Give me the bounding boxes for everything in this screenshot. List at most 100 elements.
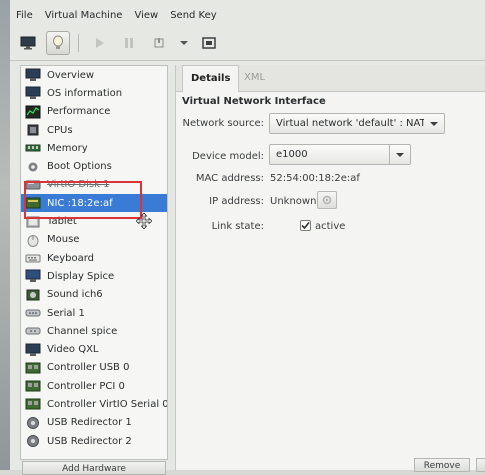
tab-xml[interactable]: XML xyxy=(236,65,273,91)
sidebar-item-label: Overview xyxy=(47,69,95,81)
link-state-value: active xyxy=(315,221,346,232)
performance-icon xyxy=(25,105,41,119)
sidebar-item-label: VirtIO Disk 1 xyxy=(47,179,110,191)
sidebar-item-controller-pci-0[interactable]: Controller PCI 0 xyxy=(21,377,167,395)
network-source-combo[interactable]: Virtual network 'default' : NAT xyxy=(269,113,445,134)
sidebar-item-label: Tablet xyxy=(47,216,77,228)
menu-file[interactable]: File xyxy=(16,8,33,24)
sidebar-item-nic-18-2e-af[interactable]: NIC :18:2e:af xyxy=(21,194,167,213)
gear-icon xyxy=(322,195,332,205)
sidebar-item-boot-options[interactable]: Boot Options xyxy=(21,157,167,175)
lightbulb-icon xyxy=(53,35,63,49)
details-panel: Details XML Virtual Network Interface Ne… xyxy=(175,65,485,472)
menu-view[interactable]: View xyxy=(134,8,158,24)
controller-icon xyxy=(25,361,41,375)
mouse-icon xyxy=(25,233,41,247)
mac-address-value: 52:54:00:18:2e:af xyxy=(270,173,360,184)
sidebar-item-label: USB Redirector 2 xyxy=(47,435,132,447)
toolbar-separator xyxy=(78,34,79,52)
sidebar-item-performance[interactable]: Performance xyxy=(21,103,167,121)
chevron-down-icon xyxy=(389,145,410,164)
monitor-icon xyxy=(25,86,41,100)
sidebar-item-label: Controller PCI 0 xyxy=(47,380,125,392)
ip-address-value: Unknown xyxy=(270,196,317,207)
serial-icon xyxy=(25,306,41,320)
ip-address-label: IP address: xyxy=(209,196,264,207)
sidebar-item-virtio-disk-1[interactable]: VirtIO Disk 1 xyxy=(21,176,167,194)
toolbar xyxy=(16,30,221,56)
sidebar-item-cpus[interactable]: CPUs xyxy=(21,121,167,139)
channel-icon xyxy=(25,324,41,338)
play-icon xyxy=(96,38,104,48)
video-icon xyxy=(25,343,41,357)
details-button[interactable] xyxy=(46,31,70,55)
dropdown-arrow-icon xyxy=(180,41,188,45)
sidebar-item-label: Mouse xyxy=(47,234,80,246)
device-model-combo[interactable]: e1000 xyxy=(269,144,411,165)
move-cursor-icon xyxy=(136,213,152,229)
usb-redirector-icon xyxy=(25,434,41,448)
details-tabbar: Details XML xyxy=(176,65,485,92)
usb-redirector-icon xyxy=(25,416,41,430)
checkmark-icon xyxy=(301,221,310,230)
refresh-ip-button[interactable] xyxy=(317,191,337,209)
sidebar-item-label: Boot Options xyxy=(47,161,112,173)
network-source-label: Network source: xyxy=(182,118,264,129)
sidebar-item-controller-virtio-serial-0[interactable]: Controller VirtIO Serial 0 xyxy=(21,395,167,413)
run-button[interactable] xyxy=(87,31,111,55)
add-hardware-button[interactable]: Add Hardware xyxy=(22,461,166,475)
sidebar-item-label: USB Redirector 1 xyxy=(47,417,132,429)
sidebar-item-mouse[interactable]: Mouse xyxy=(21,231,167,249)
sidebar-item-label: CPUs xyxy=(47,124,73,136)
hardware-list: Overview OS information Performance CPUs Mem… xyxy=(20,65,168,460)
sidebar-item-os-information[interactable]: OS information xyxy=(21,84,167,102)
pause-icon xyxy=(125,38,133,48)
sidebar-item-usb-redirector-1[interactable]: USB Redirector 1 xyxy=(21,414,167,432)
sidebar-item-label: Sound ich6 xyxy=(47,289,103,301)
disk-icon xyxy=(25,178,41,192)
sidebar-item-memory[interactable]: Memory xyxy=(21,139,167,157)
sidebar-item-serial-1[interactable]: Serial 1 xyxy=(21,304,167,322)
sidebar-item-label: Keyboard xyxy=(47,252,95,264)
power-icon xyxy=(154,38,164,48)
gear-icon xyxy=(25,160,41,174)
sidebar-item-keyboard[interactable]: Keyboard xyxy=(21,249,167,267)
section-title: Virtual Network Interface xyxy=(182,96,326,107)
pause-button[interactable] xyxy=(117,31,141,55)
cpu-icon xyxy=(25,123,41,137)
sidebar-item-display-spice[interactable]: Display Spice xyxy=(21,267,167,285)
device-model-label: Device model: xyxy=(192,151,264,162)
sidebar-item-sound-ich6[interactable]: Sound ich6 xyxy=(21,286,167,304)
monitor-icon xyxy=(20,36,36,50)
sidebar-item-label: NIC :18:2e:af xyxy=(47,197,113,209)
link-state-checkbox[interactable] xyxy=(300,220,311,231)
sidebar-item-label: Controller VirtIO Serial 0 xyxy=(47,398,168,410)
sound-icon xyxy=(25,288,41,302)
sidebar-item-channel-spice[interactable]: Channel spice xyxy=(21,322,167,340)
console-button[interactable] xyxy=(16,31,40,55)
sidebar-item-label: Controller USB 0 xyxy=(47,362,130,374)
sidebar-item-label: Video QXL xyxy=(47,344,99,356)
mac-address-label: MAC address: xyxy=(195,173,264,184)
sidebar-item-label: Display Spice xyxy=(47,270,115,282)
sidebar-item-label: Performance xyxy=(47,106,111,118)
sidebar-item-label: Memory xyxy=(47,142,88,154)
sidebar-item-usb-redirector-2[interactable]: USB Redirector 2 xyxy=(21,432,167,450)
sidebar-item-overview[interactable]: Overview xyxy=(21,66,167,84)
sidebar-item-video-qxl[interactable]: Video QXL xyxy=(21,340,167,358)
menu-send-key[interactable]: Send Key xyxy=(170,8,217,24)
shutdown-button[interactable] xyxy=(147,31,171,55)
chevron-down-icon xyxy=(424,114,444,133)
fullscreen-icon xyxy=(202,37,216,49)
tab-details[interactable]: Details xyxy=(182,65,240,92)
monitor-icon xyxy=(25,68,41,82)
device-model-value: e1000 xyxy=(276,149,308,160)
network-icon xyxy=(25,196,41,210)
toolbar-divider xyxy=(10,60,485,61)
tablet-icon xyxy=(25,215,41,229)
fullscreen-button[interactable] xyxy=(197,31,221,55)
shutdown-menu-button[interactable] xyxy=(177,31,191,55)
network-source-value: Virtual network 'default' : NAT xyxy=(276,118,424,129)
menu-virtual-machine[interactable]: Virtual Machine xyxy=(45,8,123,24)
sidebar-item-controller-usb-0[interactable]: Controller USB 0 xyxy=(21,359,167,377)
